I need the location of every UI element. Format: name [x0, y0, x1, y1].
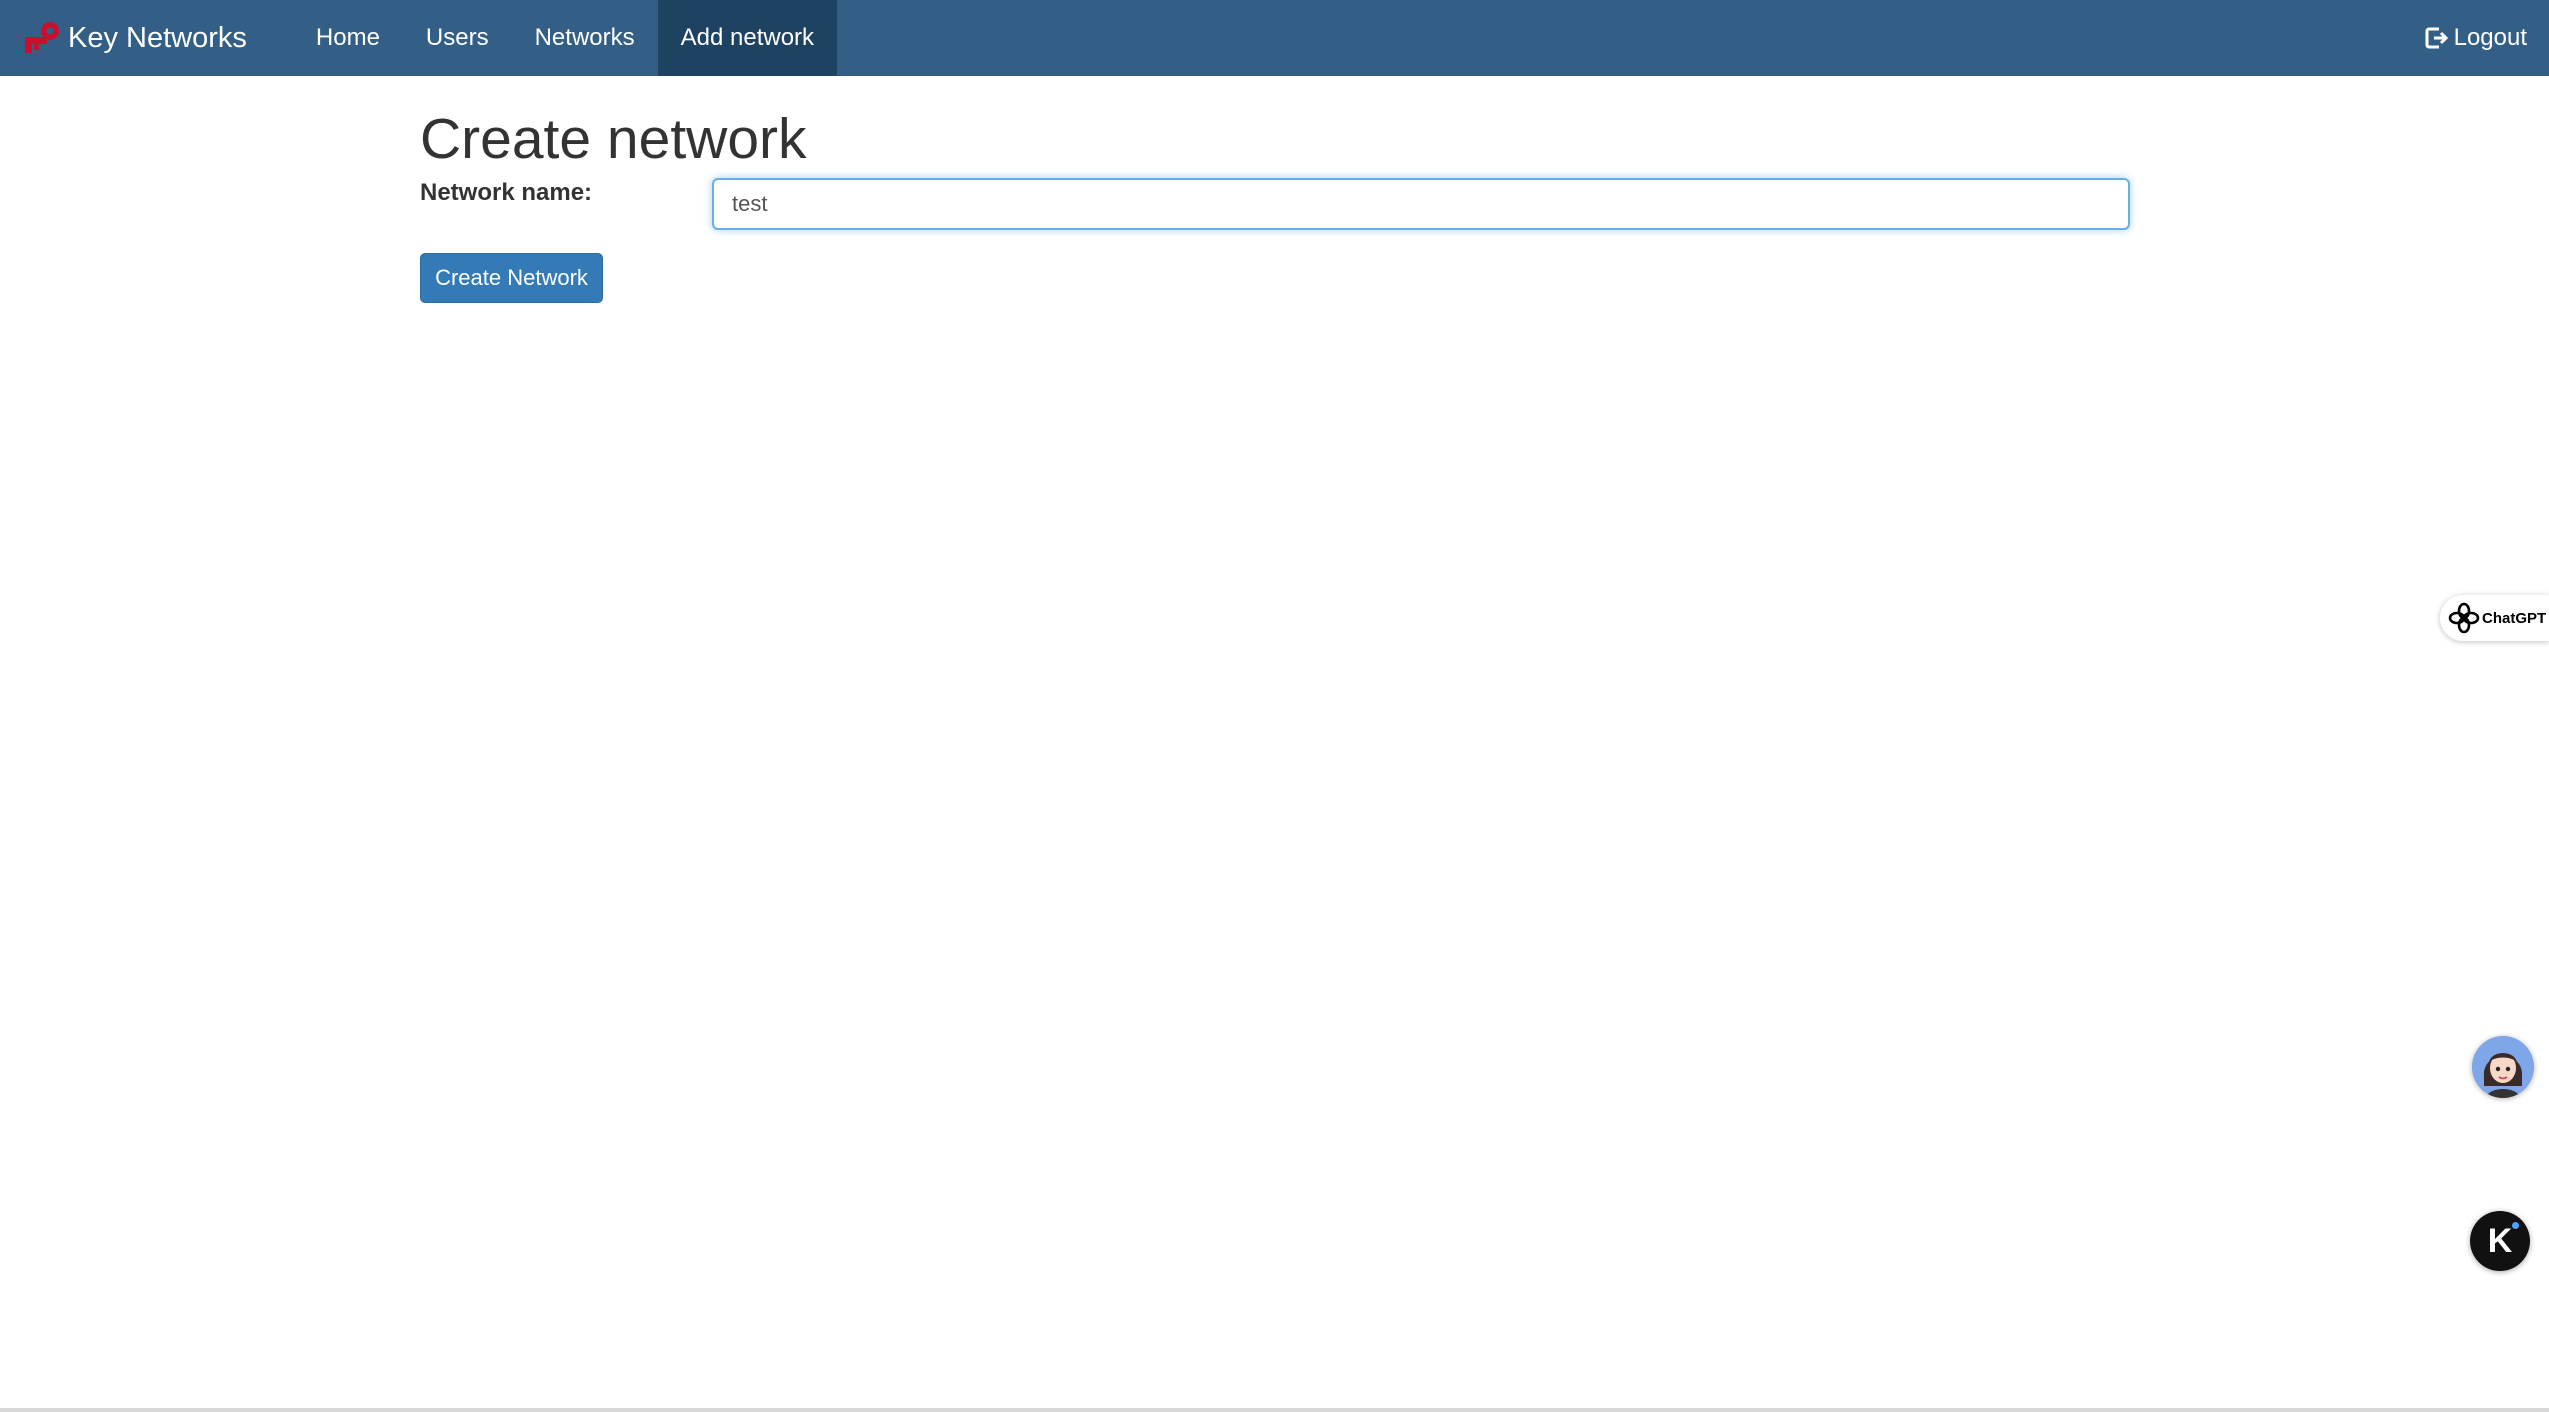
brand-name: Key Networks	[68, 21, 247, 54]
top-navbar: Key Networks Home Users Networks Add net…	[0, 0, 2549, 76]
network-name-label: Network name:	[420, 179, 593, 206]
nav-item-home[interactable]: Home	[293, 0, 403, 76]
nav-item-label: Add network	[680, 24, 815, 51]
network-name-input[interactable]	[712, 178, 2130, 230]
window-bottom-border	[0, 1408, 2549, 1412]
brand-link[interactable]: Key Networks	[0, 0, 293, 76]
nav-item-users[interactable]: Users	[403, 0, 512, 76]
logout-link[interactable]: Logout	[2402, 0, 2549, 76]
key-icon	[25, 22, 59, 53]
nav-item-label: Home	[315, 24, 380, 51]
chatgpt-widget[interactable]: ChatGPT	[2440, 595, 2549, 641]
logout-label: Logout	[2453, 24, 2527, 51]
nav-item-networks[interactable]: Networks	[512, 0, 658, 76]
nav-item-label: Users	[425, 24, 489, 51]
chatgpt-logo-icon	[2448, 602, 2480, 634]
k-widget-button[interactable]: K	[2470, 1211, 2530, 1271]
notification-dot	[2512, 1222, 2519, 1229]
k-label: K	[2487, 1221, 2513, 1260]
create-network-button[interactable]: Create Network	[420, 253, 603, 303]
nav-item-add-network[interactable]: Add network	[657, 0, 838, 76]
logout-icon	[2425, 27, 2448, 49]
assistant-avatar-button[interactable]	[2472, 1036, 2534, 1098]
nav-item-label: Networks	[534, 24, 635, 51]
page-title: Create network	[420, 107, 807, 171]
chatgpt-label: ChatGPT	[2482, 609, 2547, 627]
avatar-icon	[2472, 1036, 2534, 1098]
